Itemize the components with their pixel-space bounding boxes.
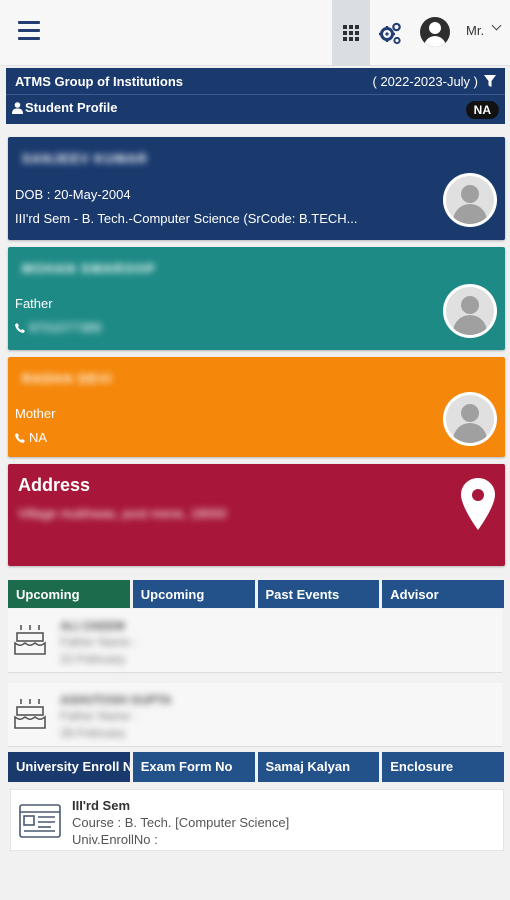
event-date: 28-February <box>60 726 126 740</box>
mother-phone[interactable]: NA <box>29 430 47 445</box>
list-item[interactable]: ALI ZAEEM Father Name : 22-February <box>8 609 502 673</box>
student-name: SANJEEV KUMAR <box>22 151 148 166</box>
top-bar: Mr. <box>0 0 510 66</box>
map-marker-icon <box>461 478 495 530</box>
student-avatar <box>443 173 497 227</box>
mother-name: RADHA DEVI <box>22 371 113 386</box>
mother-phone-row: NA <box>15 430 47 445</box>
tab-samaj-kalyan[interactable]: Samaj Kalyan <box>257 752 380 782</box>
status-badge: NA <box>465 101 499 119</box>
father-avatar <box>443 284 497 338</box>
header-divider <box>6 94 505 95</box>
list-item[interactable]: ASHUTOSH GUPTA Father Name : 28-February <box>8 683 502 747</box>
student-course: III'rd Sem - B. Tech.-Computer Science (… <box>15 211 358 226</box>
session-label: ( 2022-2023-July ) <box>372 74 479 89</box>
enrollment-number: Univ.EnrollNo : <box>72 832 158 847</box>
tab-upcoming-birthdays[interactable]: Upcoming <box>8 580 130 608</box>
birthday-cake-icon <box>14 625 46 655</box>
user-circle-icon[interactable] <box>420 17 450 47</box>
documents-tabs: University Enroll No Exam Form No Samaj … <box>8 752 504 782</box>
father-phone[interactable]: 9701077389 <box>29 320 101 335</box>
tab-enclosure[interactable]: Enclosure <box>382 752 504 782</box>
institution-name: ATMS Group of Institutions <box>15 74 184 89</box>
tab-past-events[interactable]: Past Events <box>257 580 380 608</box>
user-name[interactable]: Mr. <box>466 23 484 38</box>
father-name: MOHAN SWAROOP <box>22 261 156 276</box>
tab-upcoming[interactable]: Upcoming <box>132 580 255 608</box>
address-value: Village mukhwas, post mene, 18000 <box>18 506 227 521</box>
event-name: ALI ZAEEM <box>60 619 125 633</box>
tab-advisor[interactable]: Advisor <box>382 580 504 608</box>
student-dob: DOB : 20-May-2004 <box>15 187 131 202</box>
user-icon <box>12 102 23 114</box>
father-card[interactable]: MOHAN SWAROOP Father 9701077389 <box>8 247 505 350</box>
tab-university-enroll-no[interactable]: University Enroll No <box>8 752 130 782</box>
mother-avatar <box>443 392 497 446</box>
address-card[interactable]: Address Village mukhwas, post mene, 1800… <box>8 464 505 566</box>
event-date: 22-February <box>60 652 126 666</box>
student-profile-label: Student Profile <box>25 100 118 115</box>
event-father-name: Father Name : <box>60 709 137 723</box>
institution-header: ATMS Group of Institutions ( 2022-2023-J… <box>6 68 505 124</box>
enrollment-course: Course : B. Tech. [Computer Science] <box>72 815 290 830</box>
chevron-down-icon[interactable] <box>491 20 502 31</box>
birthday-cake-icon <box>14 699 46 729</box>
tab-exam-form-no[interactable]: Exam Form No <box>132 752 255 782</box>
phone-icon <box>15 323 25 333</box>
apps-grid-button[interactable] <box>332 0 370 66</box>
gears-icon[interactable] <box>377 20 403 46</box>
event-father-name: Father Name : <box>60 635 137 649</box>
enrollment-semester: III'rd Sem <box>72 798 130 813</box>
address-title: Address <box>18 475 91 495</box>
hamburger-icon[interactable] <box>18 21 40 40</box>
events-tabs: Upcoming Upcoming Past Events Advisor <box>8 580 504 608</box>
father-relation: Father <box>15 296 53 311</box>
id-card-icon <box>19 804 61 838</box>
mother-card[interactable]: RADHA DEVI Mother NA <box>8 357 505 457</box>
filter-icon[interactable] <box>484 75 496 88</box>
grid-icon <box>343 25 359 41</box>
student-card[interactable]: SANJEEV KUMAR DOB : 20-May-2004 III'rd S… <box>8 137 505 240</box>
father-phone-row: 9701077389 <box>15 320 101 335</box>
mother-relation: Mother <box>15 406 56 421</box>
enrollment-item[interactable]: III'rd Sem Course : B. Tech. [Computer S… <box>10 789 504 851</box>
phone-icon <box>15 433 25 443</box>
event-name: ASHUTOSH GUPTA <box>60 693 172 707</box>
